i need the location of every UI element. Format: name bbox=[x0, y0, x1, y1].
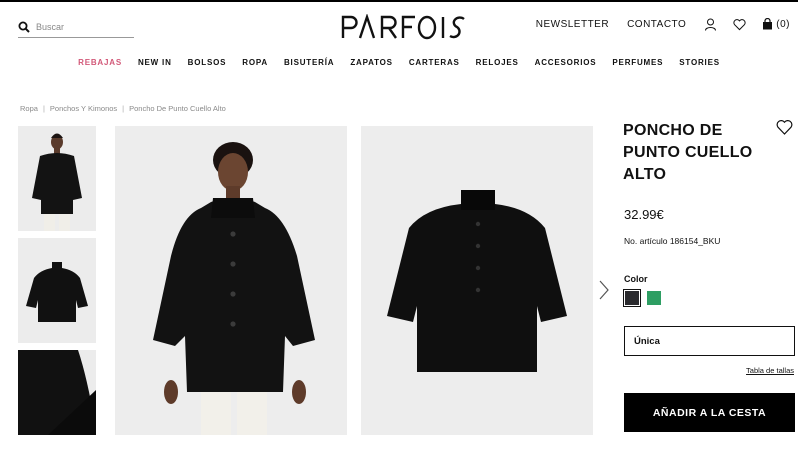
newsletter-link[interactable]: NEWSLETTER bbox=[536, 19, 609, 30]
size-selector[interactable]: Única bbox=[624, 326, 795, 356]
nav-item-relojes[interactable]: RELOJES bbox=[476, 58, 519, 67]
breadcrumb-separator: | bbox=[42, 104, 45, 113]
search-input[interactable] bbox=[36, 21, 126, 32]
search-bar[interactable] bbox=[18, 16, 134, 38]
heart-icon[interactable] bbox=[733, 18, 746, 31]
product-photo-flat[interactable] bbox=[361, 126, 593, 435]
nav-item-accesorios[interactable]: ACCESORIOS bbox=[535, 58, 597, 67]
product-reference: No. artículo 186154_BKU bbox=[624, 236, 721, 246]
nav-item-carteras[interactable]: CARTERAS bbox=[409, 58, 460, 67]
nav-item-perfumes[interactable]: PERFUMES bbox=[612, 58, 663, 67]
nav-item-new-in[interactable]: NEW IN bbox=[138, 58, 172, 67]
color-swatch-black[interactable] bbox=[623, 289, 641, 307]
breadcrumb-separator: | bbox=[122, 104, 125, 113]
user-icon[interactable] bbox=[704, 18, 717, 31]
nav-item-bolsos[interactable]: BOLSOS bbox=[188, 58, 227, 67]
color-label: Color bbox=[624, 274, 648, 284]
color-swatch-green[interactable] bbox=[647, 291, 661, 305]
contact-link[interactable]: CONTACTO bbox=[627, 19, 686, 30]
nav-item-zapatos[interactable]: ZAPATOS bbox=[350, 58, 393, 67]
product-price: 32.99€ bbox=[624, 207, 664, 222]
add-to-cart-button[interactable]: AÑADIR A LA CESTA bbox=[624, 393, 795, 432]
chevron-right-icon[interactable] bbox=[598, 279, 610, 301]
main-nav: REBAJAS NEW IN BOLSOS ROPA BISUTERÍA ZAP… bbox=[0, 58, 798, 67]
breadcrumb-item[interactable]: Poncho De Punto Cuello Alto bbox=[129, 104, 226, 113]
bag-icon bbox=[763, 18, 773, 30]
breadcrumb-item[interactable]: Ropa bbox=[20, 104, 38, 113]
cart-count: (0) bbox=[776, 18, 790, 30]
nav-item-ropa[interactable]: ROPA bbox=[242, 58, 268, 67]
product-thumbnail[interactable] bbox=[18, 238, 96, 343]
nav-item-rebajas[interactable]: REBAJAS bbox=[78, 58, 122, 67]
heart-icon[interactable] bbox=[776, 119, 793, 135]
nav-item-stories[interactable]: STORIES bbox=[679, 58, 720, 67]
product-title: PONCHO DE PUNTO CUELLO ALTO bbox=[623, 122, 753, 183]
nav-item-bisuteria[interactable]: BISUTERÍA bbox=[284, 58, 334, 67]
breadcrumb: Ropa | Ponchos Y Kimonos | Poncho De Pun… bbox=[20, 104, 226, 113]
top-border bbox=[0, 0, 798, 2]
breadcrumb-item[interactable]: Ponchos Y Kimonos bbox=[50, 104, 117, 113]
product-photo-model[interactable] bbox=[115, 126, 347, 435]
brand-logo[interactable] bbox=[340, 13, 472, 40]
size-table-link[interactable]: Tabla de tallas bbox=[746, 366, 794, 375]
product-thumbnail[interactable] bbox=[18, 126, 96, 231]
product-thumbnail[interactable] bbox=[18, 350, 96, 435]
header-links: NEWSLETTER CONTACTO (0) bbox=[536, 16, 790, 32]
cart-button[interactable]: (0) bbox=[762, 18, 790, 30]
search-icon[interactable] bbox=[18, 21, 30, 33]
size-value: Única bbox=[634, 335, 660, 347]
